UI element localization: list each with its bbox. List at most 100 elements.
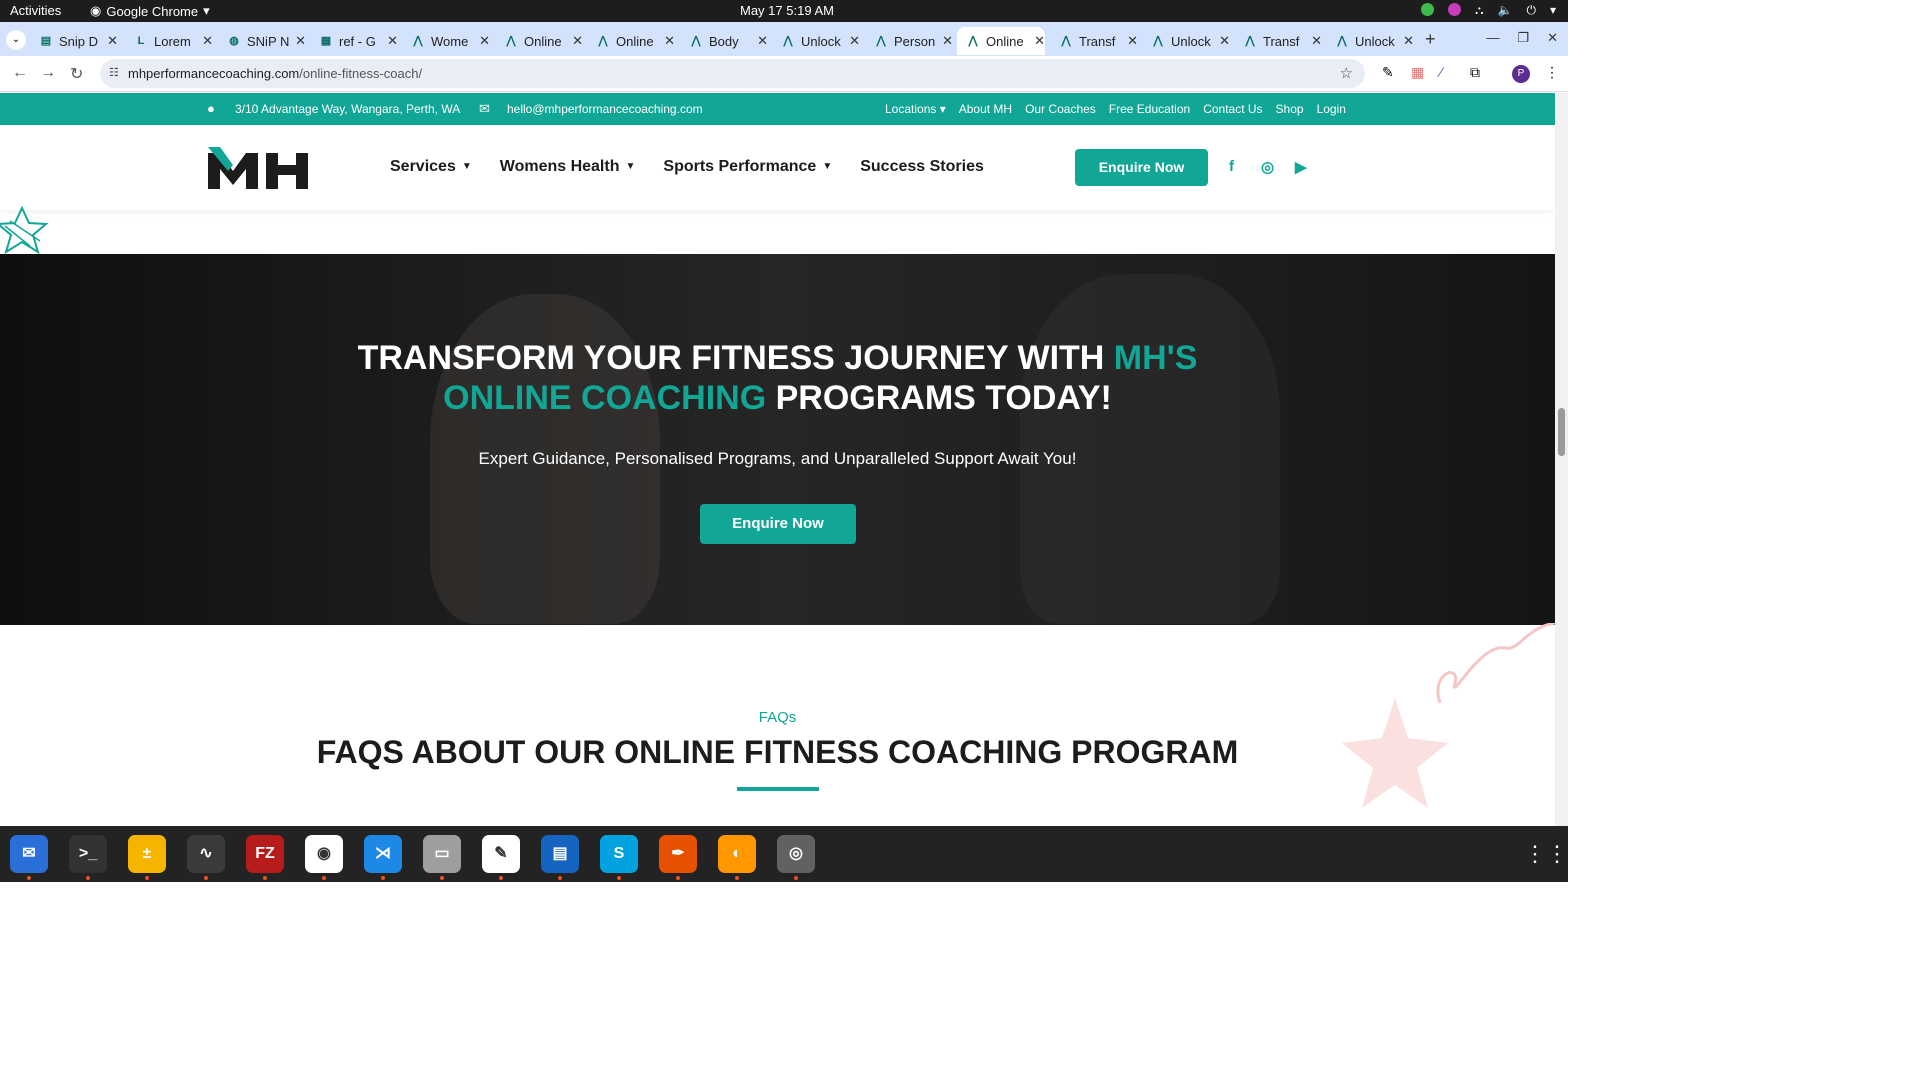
facebook-icon[interactable]: f <box>1229 158 1234 175</box>
header-enquire-button[interactable]: Enquire Now <box>1075 149 1208 186</box>
nav-womens-health[interactable]: Womens Health ▼ <box>500 158 636 176</box>
caret-down-icon: ▼ <box>625 161 636 172</box>
back-button[interactable]: ← <box>12 64 28 82</box>
vscode-icon[interactable]: ⋊ <box>364 835 402 873</box>
browser-tab[interactable]: ▤ Snip D ✕ <box>30 27 118 55</box>
utility-link-coaches[interactable]: Our Coaches <box>1025 102 1096 116</box>
close-tab-icon[interactable]: ✕ <box>572 33 583 49</box>
text-editor-icon[interactable]: ✎ <box>482 835 520 873</box>
utility-link-login[interactable]: Login <box>1317 102 1346 116</box>
close-tab-icon[interactable]: ✕ <box>1127 33 1138 49</box>
browser-tab[interactable]: ⋀ Transf ✕ <box>1234 27 1322 55</box>
document-viewer-icon[interactable]: ▤ <box>541 835 579 873</box>
youtube-icon[interactable]: ▶ <box>1295 158 1307 176</box>
browser-tab[interactable]: ⋀ Online ✕ <box>587 27 675 55</box>
system-monitor-icon[interactable]: ∿ <box>187 835 225 873</box>
extension-tray-icon[interactable] <box>1448 3 1462 16</box>
new-tab-button[interactable]: + <box>1425 29 1436 50</box>
extensions-puzzle-icon[interactable]: ⧉ <box>1470 64 1480 81</box>
chrome-icon[interactable]: ◉ <box>305 835 343 873</box>
browser-tab[interactable]: ▦ ref - G ✕ <box>310 27 398 55</box>
nav-services[interactable]: Services ▼ <box>390 158 472 176</box>
system-tray[interactable]: ⛬ 🔈 ⏻ ▾ <box>1421 3 1556 18</box>
close-tab-icon[interactable]: ✕ <box>942 33 953 49</box>
update-icon[interactable] <box>1421 3 1435 16</box>
scrollbar-thumb[interactable] <box>1558 408 1565 456</box>
calendar-extension-icon[interactable]: ▦ <box>1411 64 1424 81</box>
site-header: Services ▼ Womens Health ▼ Sports Performa… <box>0 125 1555 210</box>
reload-button[interactable]: ↻ <box>70 64 83 84</box>
close-tab-icon[interactable]: ✕ <box>849 33 860 49</box>
close-tab-icon[interactable]: ✕ <box>387 33 398 49</box>
thunderbird-icon[interactable]: ✉ <box>10 835 48 873</box>
bookmark-star-icon[interactable]: ☆ <box>1340 59 1353 88</box>
activities-button[interactable]: Activities <box>10 3 61 18</box>
utility-link-about[interactable]: About MH <box>959 102 1012 116</box>
nav-success-stories[interactable]: Success Stories <box>860 158 984 176</box>
browser-tab[interactable]: ⋀ Transf ✕ <box>1050 27 1138 55</box>
address-bar[interactable]: ☷ mhperformancecoaching.com/online-fitne… <box>100 59 1365 88</box>
mh-logo[interactable] <box>208 147 308 189</box>
sheets-icon: ▦ <box>320 35 332 47</box>
firefox-dev-icon[interactable]: ◐ <box>718 835 756 873</box>
disk-icon[interactable]: ◎ <box>777 835 815 873</box>
close-window-button[interactable]: ✕ <box>1547 30 1558 46</box>
page-scrollbar[interactable] <box>1555 93 1568 826</box>
browser-tab[interactable]: ⋀ Body ✕ <box>680 27 768 55</box>
browser-tab[interactable]: ⋀ Unlock ✕ <box>1142 27 1230 55</box>
browser-tab[interactable]: ⋀ Online ✕ <box>495 27 583 55</box>
tab-search-button[interactable]: ⌄ <box>6 30 26 50</box>
close-tab-icon[interactable]: ✕ <box>107 33 118 49</box>
show-apps-icon[interactable]: ⋮⋮⋮ <box>1524 841 1590 867</box>
close-tab-icon[interactable]: ✕ <box>664 33 675 49</box>
browser-tab[interactable]: ⋀ Unlock ✕ <box>1326 27 1414 55</box>
pen-extension-icon[interactable]: ⁄ <box>1440 64 1442 80</box>
browser-tab[interactable]: ⋀ Unlock ✕ <box>772 27 860 55</box>
running-indicator <box>794 876 798 880</box>
site-info-icon[interactable]: ☷ <box>109 59 119 88</box>
close-tab-icon[interactable]: ✕ <box>757 33 768 49</box>
maximize-button[interactable]: ❐ <box>1517 30 1529 46</box>
volume-icon[interactable]: 🔈 <box>1498 3 1513 18</box>
utility-link-locations[interactable]: Locations ▾ <box>885 102 946 116</box>
close-tab-icon[interactable]: ✕ <box>1034 33 1045 49</box>
mh-icon: ⋀ <box>968 35 978 47</box>
terminal-icon[interactable]: >_ <box>69 835 107 873</box>
close-tab-icon[interactable]: ✕ <box>1219 33 1230 49</box>
profile-avatar[interactable]: P <box>1512 65 1530 83</box>
browser-tab[interactable]: ⋀ Person ✕ <box>865 27 953 55</box>
close-tab-icon[interactable]: ✕ <box>295 33 306 49</box>
chevron-down-icon[interactable]: ▾ <box>1550 3 1556 18</box>
hero-enquire-button[interactable]: Enquire Now <box>700 504 856 544</box>
close-tab-icon[interactable]: ✕ <box>1311 33 1322 49</box>
browser-tab[interactable]: L Lorem ✕ <box>125 27 213 55</box>
close-tab-icon[interactable]: ✕ <box>479 33 490 49</box>
utility-link-shop[interactable]: Shop <box>1276 102 1304 116</box>
files-icon[interactable]: ▭ <box>423 835 461 873</box>
minimize-button[interactable]: — <box>1486 30 1499 46</box>
email-link[interactable]: hello@mhperformancecoaching.com <box>507 102 703 116</box>
tab-title: Body <box>709 33 739 49</box>
close-tab-icon[interactable]: ✕ <box>1403 33 1414 49</box>
window-controls: — ❐ ✕ <box>1486 30 1558 46</box>
eyedropper-extension-icon[interactable]: ✎ <box>1382 64 1394 81</box>
browser-menu-icon[interactable]: ⋮ <box>1545 64 1559 81</box>
inkscape-icon[interactable]: ✒ <box>659 835 697 873</box>
power-icon[interactable]: ⏻ <box>1526 3 1536 18</box>
clock[interactable]: May 17 5:19 AM <box>740 3 834 18</box>
instagram-icon[interactable]: ◎ <box>1261 158 1274 176</box>
browser-tab[interactable]: ⋀ Online ✕ <box>957 27 1045 55</box>
utility-link-contact[interactable]: Contact Us <box>1203 102 1262 116</box>
nav-sports-performance[interactable]: Sports Performance ▼ <box>663 158 832 176</box>
filezilla-icon[interactable]: FZ <box>246 835 284 873</box>
faq-eyebrow: FAQs <box>758 709 797 726</box>
network-icon[interactable]: ⛬ <box>1475 3 1483 18</box>
forward-button[interactable]: → <box>40 64 56 82</box>
app-menu[interactable]: ◉ Google Chrome ▾ <box>90 3 210 19</box>
browser-tab[interactable]: ⋀ Wome ✕ <box>402 27 490 55</box>
calculator-icon[interactable]: ± <box>128 835 166 873</box>
close-tab-icon[interactable]: ✕ <box>202 33 213 49</box>
skype-icon[interactable]: S <box>600 835 638 873</box>
browser-tab[interactable]: ◍ SNiP N ✕ <box>218 27 306 55</box>
utility-link-education[interactable]: Free Education <box>1109 102 1190 116</box>
